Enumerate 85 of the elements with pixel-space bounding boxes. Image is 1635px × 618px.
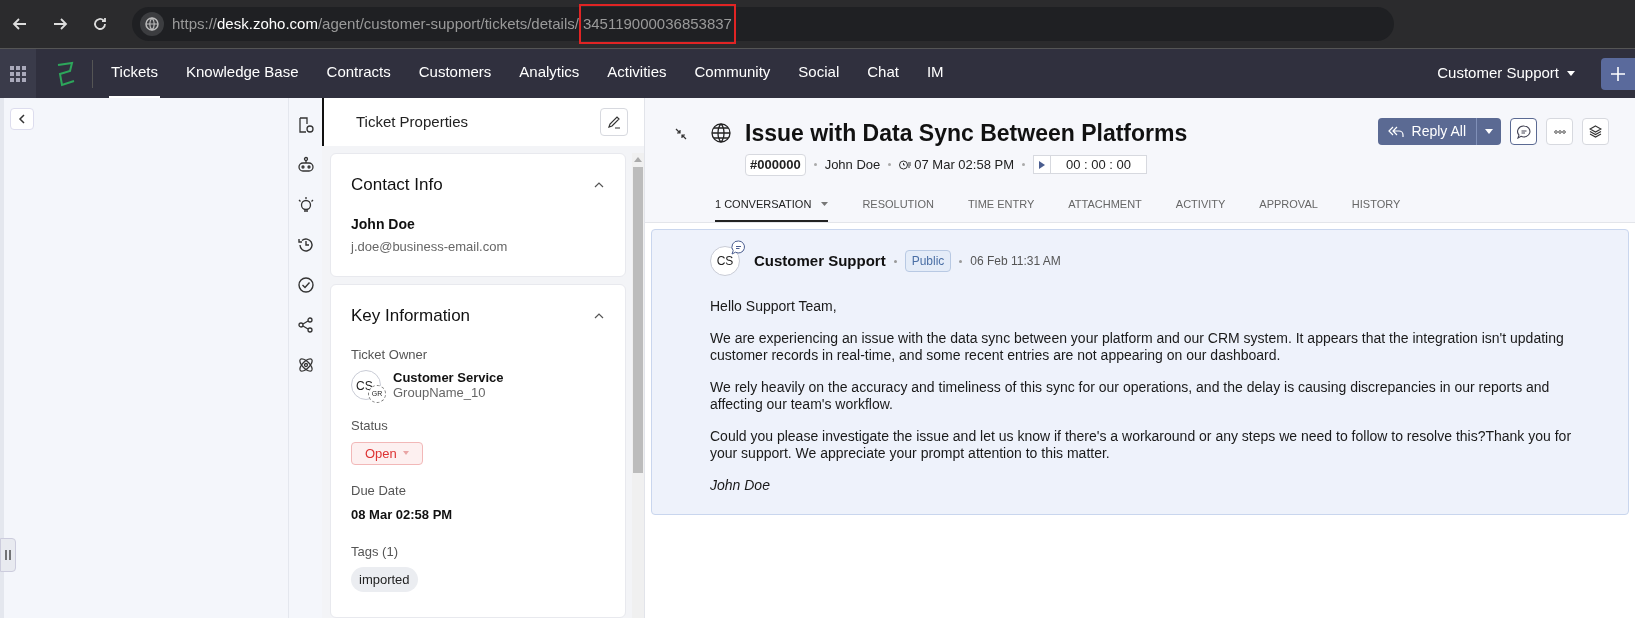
nav-tab[interactable]: Contracts	[324, 49, 393, 98]
nav-tab[interactable]: Knowledge Base	[183, 49, 301, 98]
url-text: desk.zoho.com	[217, 13, 318, 34]
reload-icon[interactable]	[92, 16, 108, 32]
section-title: Contact Info	[351, 174, 443, 196]
collapse-button[interactable]	[10, 108, 34, 130]
add-button[interactable]	[1601, 57, 1635, 90]
reply-all-icon	[1387, 125, 1404, 138]
message-paragraph: Hello Support Team,	[710, 298, 838, 315]
resize-handle[interactable]	[0, 538, 16, 572]
url-text: https://	[172, 13, 218, 34]
author-name: Customer Support	[754, 250, 886, 271]
comment-button[interactable]	[1510, 118, 1537, 145]
contact-email: j.doe@business-email.com	[351, 237, 509, 256]
field-label: Tags (1)	[351, 543, 399, 561]
caret-icon	[1485, 129, 1493, 134]
contact-name: John Doe	[351, 214, 416, 234]
grip-icon	[5, 550, 11, 560]
created-time: 07 Mar 02:58 PM	[914, 156, 1014, 174]
more-icon	[1553, 129, 1566, 134]
message-time: 06 Feb 11:31 AM	[970, 253, 1061, 270]
layers-icon	[1589, 125, 1602, 138]
globe-icon	[140, 12, 164, 36]
reply-all-button[interactable]: Reply All	[1377, 118, 1477, 145]
owner-name: Customer Service	[393, 370, 504, 385]
globe-icon	[711, 123, 731, 143]
forward-icon[interactable]	[52, 16, 68, 32]
nav-tab[interactable]: IM	[924, 49, 946, 98]
panel-title: Ticket Properties	[356, 111, 468, 132]
comment-badge-icon	[731, 240, 746, 255]
visibility-tag: Public	[904, 250, 952, 272]
tab[interactable]: APPROVAL	[1259, 195, 1318, 222]
collapse-arrows-icon[interactable]	[675, 128, 687, 140]
more-button[interactable]	[1546, 118, 1573, 145]
nav-tab[interactable]: Customers	[416, 49, 494, 98]
tab[interactable]: 1 CONVERSATION	[715, 195, 829, 222]
pencil-icon	[607, 115, 621, 129]
address-bar[interactable]: https://desk.zoho.com/agent/customer-support/tickets/details/ 345119000036853837	[132, 7, 1394, 41]
nav-tab[interactable]: Activities	[605, 49, 669, 98]
contact-name[interactable]: John Doe	[824, 155, 881, 175]
field-label: Ticket Owner	[351, 345, 429, 364]
highlighted-url-segment: 345119000036853837	[578, 4, 736, 44]
plus-icon	[1611, 66, 1625, 81]
clock-icon	[899, 159, 912, 170]
chevron-left-icon	[17, 114, 27, 124]
robot-icon[interactable]	[296, 156, 315, 174]
tab[interactable]: ATTACHMENT	[1068, 195, 1142, 222]
field-label: Status	[351, 417, 389, 435]
owner-group: GroupName_10	[393, 385, 504, 400]
back-icon[interactable]	[12, 16, 28, 32]
scrollbar[interactable]	[632, 153, 644, 618]
layers-button[interactable]	[1582, 118, 1609, 145]
app-grid-icon[interactable]	[10, 65, 26, 82]
speech-bubble-icon	[1516, 124, 1531, 139]
play-icon	[1039, 160, 1045, 169]
field-label: Due Date	[351, 482, 407, 500]
message-paragraph: We are experiencing an issue with the data sync between your platform and our CRM system. It appears that the integration isn't updating customer records in real-time, and some recent entries are not appearing on our dashboard.	[710, 330, 1565, 364]
ticket-id: #000000	[745, 154, 806, 176]
status-dropdown[interactable]: Open	[351, 441, 423, 465]
message-paragraph: We rely heavily on the accuracy and timeliness of this sync for our operations, and the delay is causing discrepancies in our reports and affecting our team's workflow.	[710, 379, 1551, 413]
share-icon[interactable]	[296, 316, 315, 334]
message-paragraph: Could you please investigate the issue and let us know if there's a workaround or any steps we need to follow to resolve this?Thank you for your support. We appreciate your prompt attention to this matter.	[710, 428, 1573, 462]
url-text: /agent/customer-support/tickets/details/	[317, 13, 579, 34]
caret-icon	[1567, 71, 1575, 76]
nav-tab[interactable]: Chat	[865, 49, 901, 98]
atom-icon[interactable]	[296, 356, 315, 374]
history-icon[interactable]	[296, 236, 315, 254]
tab[interactable]: ACTIVITY	[1175, 195, 1226, 222]
timer: 00 : 00 : 00	[1033, 155, 1148, 175]
tab[interactable]: RESOLUTION	[862, 195, 934, 222]
due-date: 08 Mar 02:58 PM	[351, 505, 454, 524]
edit-button[interactable]	[600, 108, 628, 136]
check-circle-icon[interactable]	[296, 276, 315, 294]
tag-chip[interactable]: imported	[351, 566, 418, 592]
caret-icon	[402, 451, 409, 456]
tab[interactable]: HISTORY	[1351, 195, 1401, 222]
signature: John Doe	[710, 477, 771, 494]
nav-tab[interactable]: Social	[796, 49, 842, 98]
nav-tab[interactable]: Analytics	[517, 49, 582, 98]
section-title: Key Information	[351, 305, 471, 327]
nav-tab[interactable]: Community	[692, 49, 773, 98]
department-selector[interactable]: Customer Support	[1437, 62, 1575, 85]
tab[interactable]: TIME ENTRY	[967, 195, 1035, 222]
lightbulb-icon[interactable]	[296, 196, 315, 214]
ticket-title: Issue with Data Sync Between Platforms	[745, 119, 1188, 148]
